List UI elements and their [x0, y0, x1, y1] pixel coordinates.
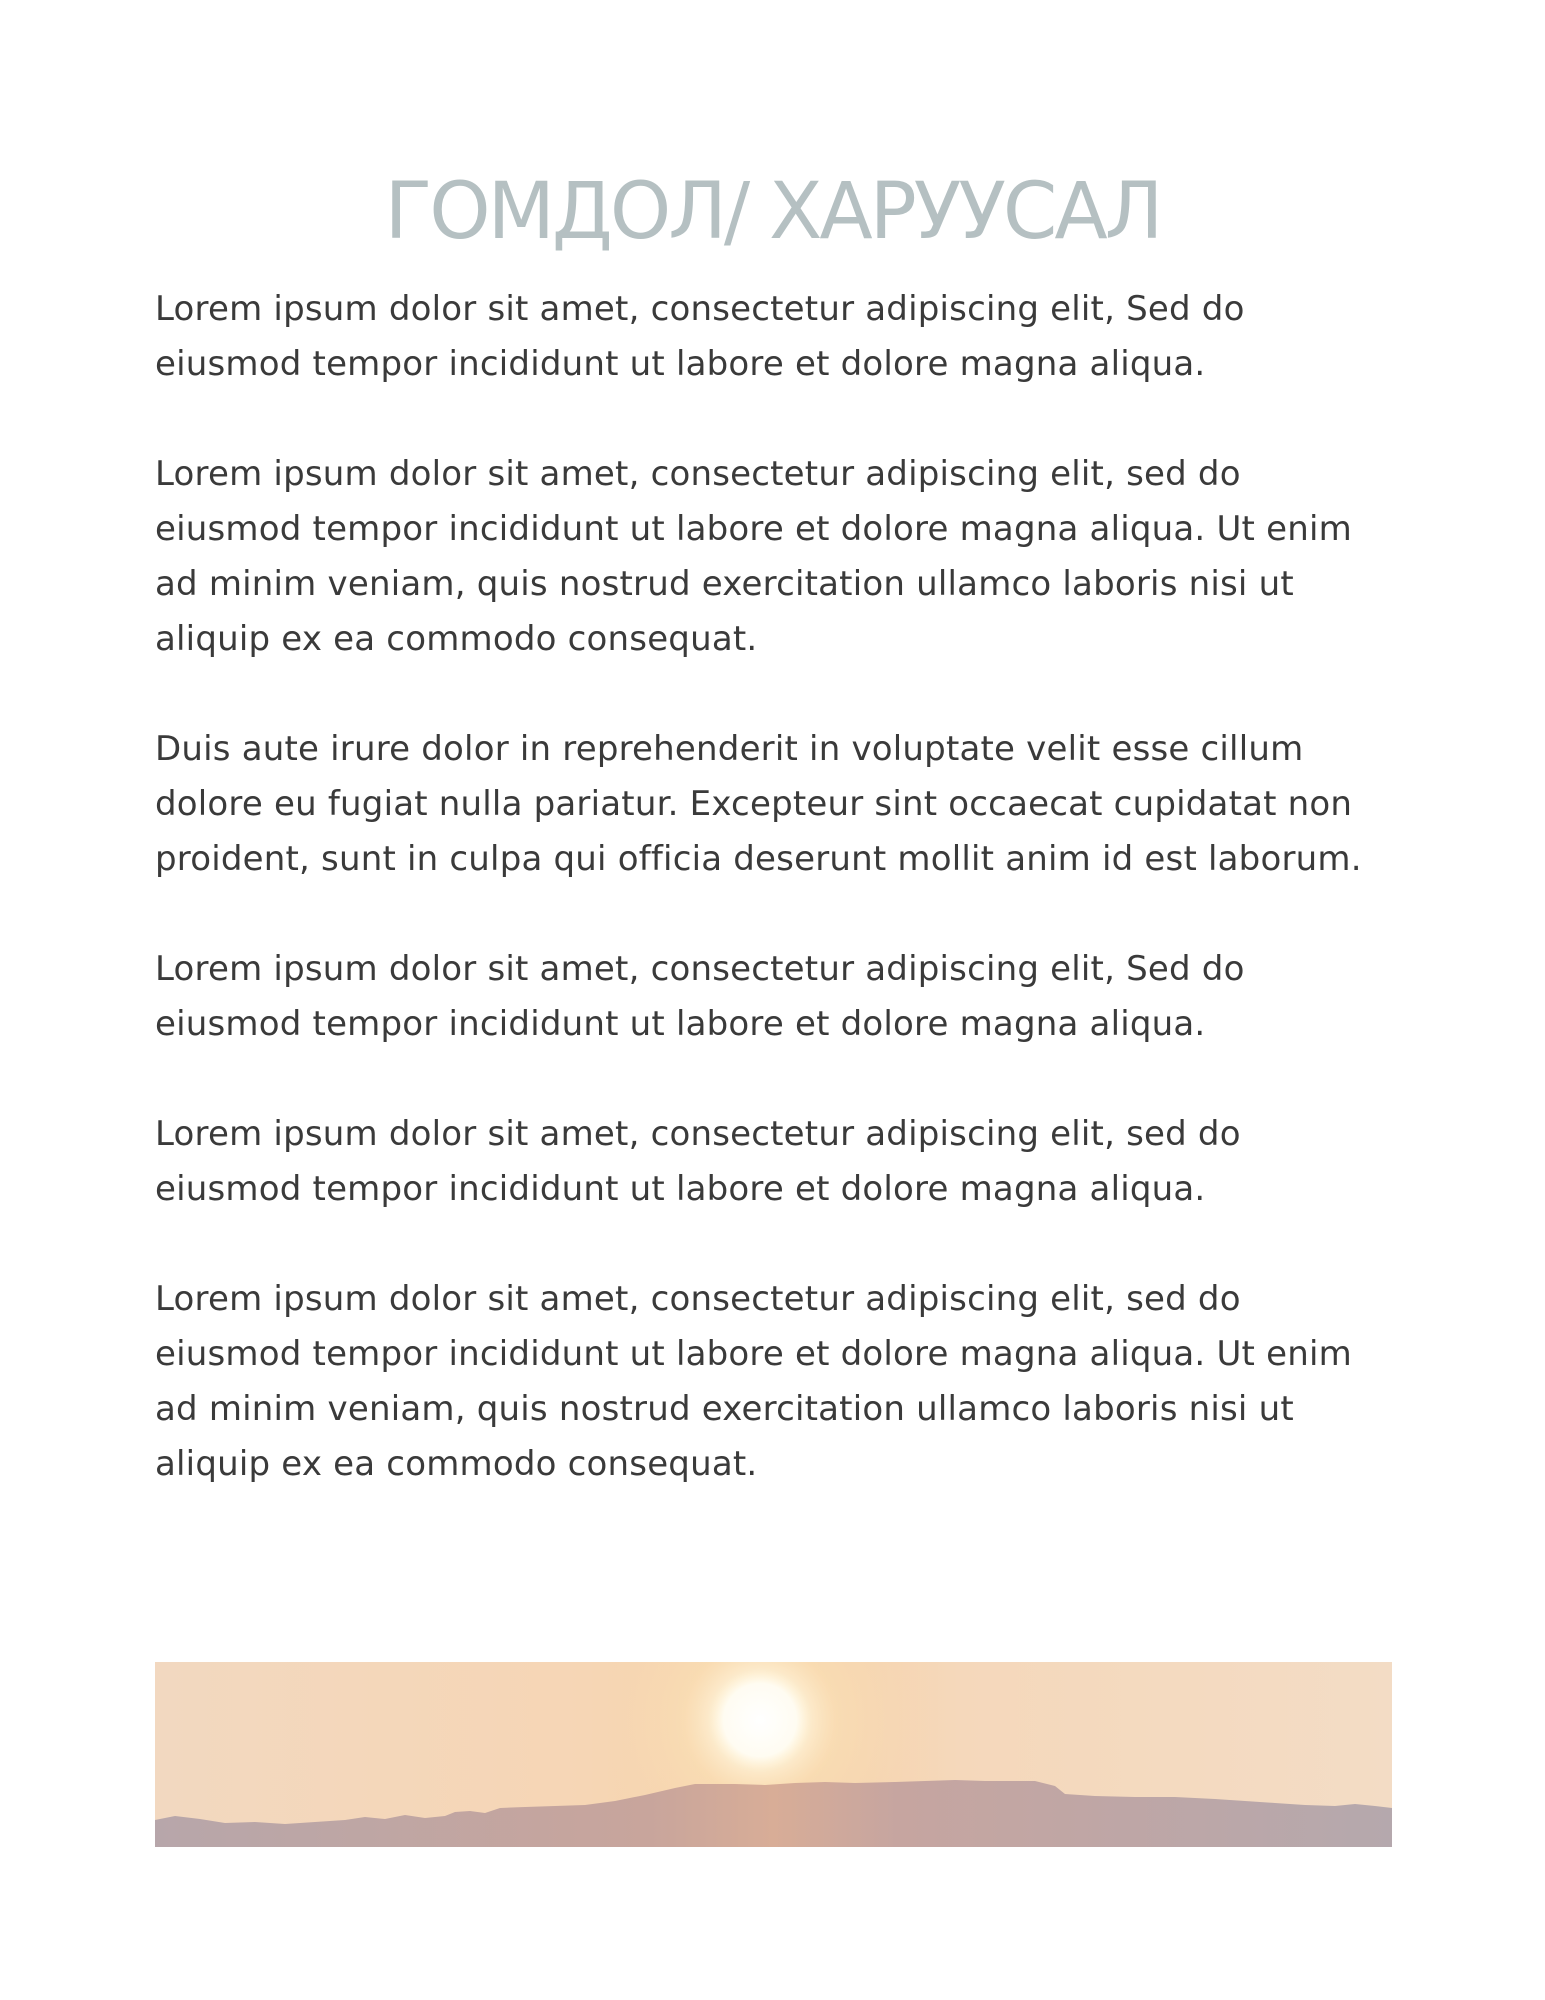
document-body: Lorem ipsum dolor sit amet, consectetur …: [155, 282, 1395, 1547]
paragraph-6: Lorem ipsum dolor sit amet, consectetur …: [155, 1279, 1352, 1484]
sunset-banner-image: [155, 1662, 1392, 1847]
document-page: ГОМДОЛ/ ХАРУУСАЛ Lorem ipsum dolor sit a…: [0, 0, 1545, 2000]
paragraph-4: Lorem ipsum dolor sit amet, consectetur …: [155, 949, 1245, 1044]
paragraph-2: Lorem ipsum dolor sit amet, consectetur …: [155, 454, 1352, 659]
paragraph-3: Duis aute irure dolor in reprehenderit i…: [155, 729, 1362, 879]
page-title: ГОМДОЛ/ ХАРУУСАЛ: [384, 167, 1164, 257]
paragraph-5: Lorem ipsum dolor sit amet, consectetur …: [155, 1114, 1241, 1209]
paragraph-1: Lorem ipsum dolor sit amet, consectetur …: [155, 289, 1245, 384]
sunset-landscape-image: [155, 1662, 1392, 1847]
